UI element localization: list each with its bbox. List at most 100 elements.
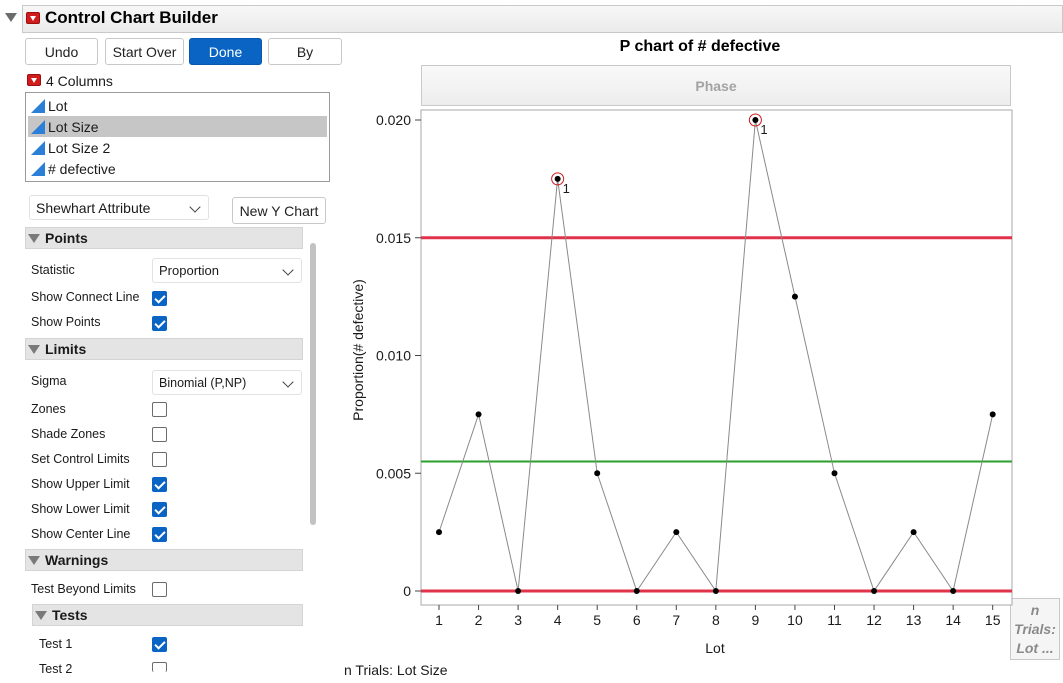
statistic-select[interactable]: Proportion	[152, 258, 302, 283]
n-trials-caption: n Trials: Lot Size	[344, 662, 448, 678]
show-lower-limit-checkbox[interactable]	[152, 502, 167, 517]
x-tick-label: 9	[752, 612, 760, 628]
shade-zones-checkbox[interactable]	[152, 427, 167, 442]
collapse-triangle-icon	[35, 610, 47, 620]
test-1-label: Test 1	[39, 637, 73, 651]
show-upper-limit-checkbox[interactable]	[152, 477, 167, 492]
statistic-label: Statistic	[31, 263, 75, 277]
data-point	[554, 175, 561, 182]
continuous-column-icon	[31, 119, 45, 134]
app-title: Control Chart Builder	[45, 8, 218, 27]
data-point	[831, 470, 838, 477]
test-2-label: Test 2	[39, 662, 73, 676]
chart-type-value: Shewhart Attribute	[36, 199, 151, 216]
data-point	[989, 411, 996, 418]
n-trials-zone-line: Lot ...	[1016, 640, 1054, 656]
done-button[interactable]: Done	[189, 38, 262, 65]
show-points-label: Show Points	[31, 315, 101, 329]
x-tick-label: 2	[475, 612, 483, 628]
phase-drop-zone[interactable]: Phase	[421, 65, 1011, 106]
by-button[interactable]: By	[268, 38, 342, 65]
zones-label: Zones	[31, 402, 66, 416]
data-point	[712, 588, 719, 594]
x-tick-label: 5	[593, 612, 601, 628]
data-point	[633, 588, 640, 594]
panel-scrollbar[interactable]	[310, 243, 316, 525]
red-triangle-menu-icon[interactable]	[26, 12, 40, 24]
n-trials-drop-zone[interactable]: n Trials: Lot ...	[1010, 598, 1060, 660]
y-tick-label: 0.015	[376, 230, 411, 246]
test-flag-label: 1	[760, 122, 767, 137]
statistic-value: Proportion	[159, 263, 219, 278]
collapse-triangle-icon[interactable]	[5, 13, 17, 22]
column-item-lot-size-2[interactable]: Lot Size 2	[28, 137, 327, 158]
section-title: Limits	[45, 341, 87, 357]
x-tick-label: 10	[787, 612, 803, 628]
test-1-checkbox[interactable]	[152, 637, 167, 652]
chart-type-select[interactable]: Shewhart Attribute	[29, 195, 209, 220]
plot-frame	[420, 109, 1013, 606]
undo-button[interactable]: Undo	[25, 38, 98, 65]
column-item-lot-size[interactable]: Lot Size	[28, 116, 327, 137]
column-item-label: # defective	[48, 160, 116, 177]
x-tick-label: 1	[435, 612, 443, 628]
start-over-button[interactable]: Start Over	[105, 38, 184, 65]
warnings-section-header[interactable]: Warnings	[25, 549, 303, 571]
y-tick-label: 0.010	[376, 348, 411, 364]
continuous-column-icon	[31, 140, 45, 155]
data-point	[436, 529, 442, 536]
y-tick-label: 0.005	[376, 465, 411, 481]
show-points-checkbox[interactable]	[152, 316, 167, 331]
n-trials-zone-line: n	[1030, 602, 1040, 618]
y-tick-label: 0	[403, 583, 411, 599]
show-lower-limit-label: Show Lower Limit	[31, 502, 130, 516]
test-flag-ring	[748, 113, 762, 127]
collapse-triangle-icon	[28, 555, 40, 565]
column-item-label: Lot	[48, 97, 68, 114]
chart-title: P chart of # defective	[619, 38, 781, 55]
section-title: Points	[45, 230, 88, 246]
continuous-column-icon	[31, 98, 45, 113]
x-axis-label: Lot	[705, 640, 725, 656]
test-flag-label: 1	[563, 181, 570, 196]
title-bar: Control Chart Builder	[0, 0, 1063, 36]
data-point	[475, 411, 482, 418]
test-2-checkbox[interactable]	[152, 662, 167, 672]
section-title: Tests	[52, 607, 88, 623]
set-control-limits-checkbox[interactable]	[152, 452, 167, 467]
test-beyond-limits-checkbox[interactable]	[152, 582, 167, 597]
column-item-label: Lot Size	[48, 118, 99, 135]
column-item-lot[interactable]: Lot	[28, 95, 327, 116]
x-tick-label: 14	[945, 612, 961, 628]
set-control-limits-label: Set Control Limits	[31, 452, 130, 466]
x-tick-label: 3	[514, 612, 522, 628]
collapse-triangle-icon	[28, 344, 40, 354]
columns-menu-icon[interactable]	[27, 74, 41, 86]
show-upper-limit-label: Show Upper Limit	[31, 477, 130, 491]
points-section-header[interactable]: Points	[25, 227, 303, 249]
column-list: Lot Lot Size Lot Size 2 # defective	[25, 92, 330, 182]
column-item-defective[interactable]: # defective	[28, 158, 327, 179]
x-tick-label: 15	[985, 612, 1001, 628]
show-connect-line-checkbox[interactable]	[152, 291, 167, 306]
y-axis-label: Proportion(# defective)	[350, 279, 366, 421]
data-point	[871, 588, 878, 594]
x-tick-label: 6	[633, 612, 641, 628]
data-point	[950, 588, 957, 594]
limits-section-header[interactable]: Limits	[25, 338, 303, 360]
section-title: Warnings	[45, 552, 109, 568]
chevron-down-icon	[282, 376, 294, 388]
connect-line	[438, 119, 994, 593]
show-center-line-label: Show Center Line	[31, 527, 131, 541]
y-tick-label: 0.020	[376, 112, 411, 128]
x-tick-label: 12	[866, 612, 882, 628]
show-center-line-checkbox[interactable]	[152, 527, 167, 542]
zones-checkbox[interactable]	[152, 402, 167, 417]
sigma-value: Binomial (P,NP)	[159, 375, 247, 390]
data-point	[791, 293, 798, 300]
shade-zones-label: Shade Zones	[31, 427, 106, 441]
sigma-select[interactable]: Binomial (P,NP)	[152, 370, 302, 395]
new-y-chart-button[interactable]: New Y Chart	[232, 197, 326, 224]
tests-section-header[interactable]: Tests	[32, 604, 303, 626]
data-point	[594, 470, 601, 477]
